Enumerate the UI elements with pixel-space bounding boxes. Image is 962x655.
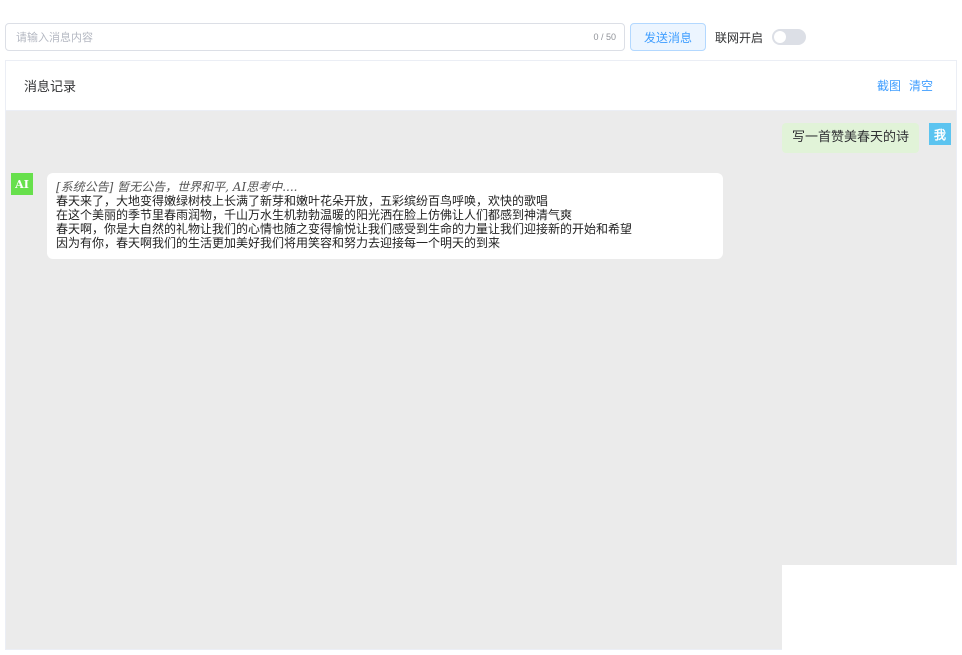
blank-overlay — [782, 565, 958, 655]
ai-message-line: 春天啊，你是大自然的礼物让我们的心情也随之变得愉悦让我们感受到生命的力量让我们迎… — [56, 222, 633, 236]
toolbar: 0 / 50 发送消息 联网开启 — [5, 22, 955, 52]
header-actions: 截图 清空 — [877, 77, 933, 94]
panel-title: 消息记录 — [24, 80, 77, 95]
ai-message-line: 因为有你，春天啊我们的生活更加美好我们将用笑容和努力去迎接每一个明天的到来 — [56, 236, 501, 250]
ai-message-line: 在这个美丽的季节里春雨润物，千山万水生机勃勃温暖的阳光洒在脸上仿佛让人们都感到神… — [56, 208, 573, 222]
panel-header: 消息记录 截图 清空 — [6, 61, 956, 111]
user-message-bubble: 写一首赞美春天的诗 — [781, 123, 919, 153]
ai-message-line: 春天来了，大地变得嫩绿树枝上长满了新芽和嫩叶花朵开放，五彩缤纷百鸟呼唤，欢快的歌… — [56, 194, 549, 208]
message-input[interactable] — [6, 24, 624, 50]
message-panel: 消息记录 截图 清空 写一首赞美春天的诗 我 AI [系统公告] 暂无公告，世界… — [5, 60, 958, 655]
user-message-row: 写一首赞美春天的诗 我 — [781, 123, 951, 153]
ai-message-row: AI [系统公告] 暂无公告，世界和平, AI思考中.... 春天来了，大地变得… — [11, 173, 723, 259]
network-toggle-label: 联网开启 — [715, 30, 764, 45]
user-avatar: 我 — [929, 123, 951, 145]
network-toggle-switch[interactable] — [772, 29, 807, 45]
ai-avatar: AI — [11, 173, 33, 195]
message-input-wrapper: 0 / 50 — [5, 23, 625, 51]
send-message-button[interactable]: 发送消息 — [630, 23, 706, 51]
ai-message-bubble: [系统公告] 暂无公告，世界和平, AI思考中.... 春天来了，大地变得嫩绿树… — [47, 173, 723, 259]
char-counter: 0 / 50 — [593, 32, 616, 42]
toggle-knob — [774, 31, 787, 43]
screenshot-link[interactable]: 截图 — [877, 77, 901, 94]
clear-link[interactable]: 清空 — [909, 77, 933, 94]
system-notice: [系统公告] 暂无公告，世界和平, AI思考中.... — [56, 180, 298, 194]
